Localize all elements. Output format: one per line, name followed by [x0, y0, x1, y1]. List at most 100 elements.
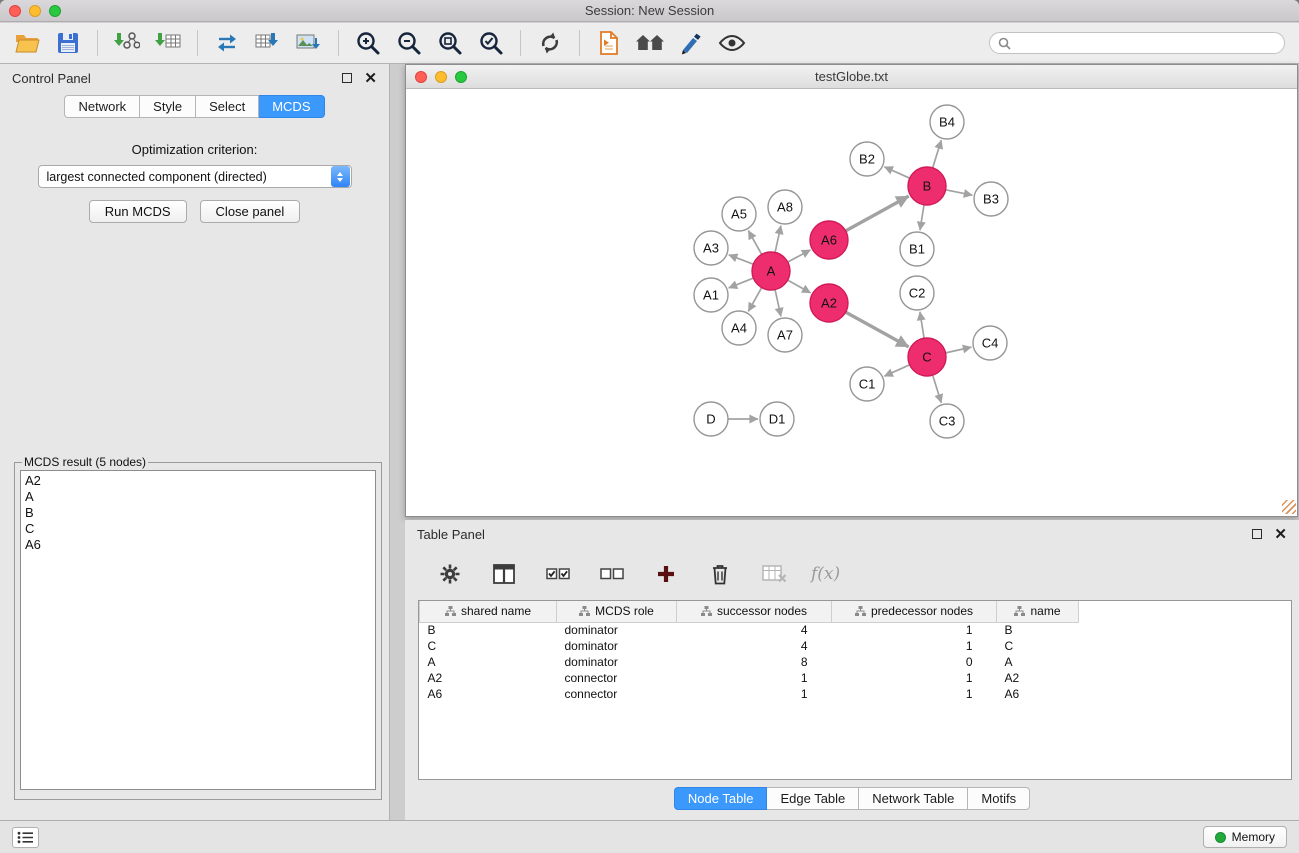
- open-session-button[interactable]: [10, 27, 44, 59]
- home-button[interactable]: [633, 27, 667, 59]
- table-cell[interactable]: dominator: [557, 622, 677, 638]
- graph-edge-B-B1[interactable]: [920, 205, 924, 230]
- graph-edge-A-A6[interactable]: [788, 250, 811, 262]
- graph-node-B2[interactable]: B2: [850, 142, 884, 176]
- new-network-button[interactable]: [210, 27, 244, 59]
- table-cell[interactable]: A: [420, 654, 557, 670]
- column-header-mcds-role[interactable]: MCDS role: [557, 601, 677, 622]
- graph-edge-A-A5[interactable]: [748, 231, 761, 255]
- graph-node-A6[interactable]: A6: [810, 221, 848, 259]
- table-cell[interactable]: 4: [677, 638, 832, 654]
- graph-node-A8[interactable]: A8: [768, 190, 802, 224]
- apply-layout-button[interactable]: [533, 27, 567, 59]
- unselect-all-button[interactable]: [595, 558, 629, 590]
- search-box[interactable]: [989, 32, 1285, 54]
- graph-edge-A2-C[interactable]: [846, 312, 909, 347]
- delete-column-button[interactable]: [703, 558, 737, 590]
- graph-edge-C-C4[interactable]: [946, 347, 972, 353]
- result-item-a6[interactable]: A6: [25, 537, 371, 553]
- table-cell[interactable]: 0: [832, 654, 997, 670]
- graph-edge-B-B3[interactable]: [946, 190, 973, 195]
- table-cell[interactable]: A6: [997, 686, 1079, 702]
- network-minimize-button[interactable]: [435, 71, 447, 83]
- import-network-button[interactable]: [110, 27, 144, 59]
- graph-edge-A-A1[interactable]: [729, 278, 754, 288]
- table-cell[interactable]: connector: [557, 686, 677, 702]
- style-pen-button[interactable]: [674, 27, 708, 59]
- column-header-successor-nodes[interactable]: successor nodes: [677, 601, 832, 622]
- graph-node-A[interactable]: A: [752, 252, 790, 290]
- criterion-select[interactable]: largest connected component (directed): [38, 165, 352, 188]
- run-mcds-button[interactable]: Run MCDS: [89, 200, 187, 223]
- export-image-button[interactable]: [292, 27, 326, 59]
- result-item-a[interactable]: A: [25, 489, 371, 505]
- tab-mcds[interactable]: MCDS: [259, 95, 324, 118]
- network-canvas[interactable]: B4B2BB3B1A5A8A6A3AA1A2C2A4A7C4CC1C3DD1: [406, 89, 1297, 515]
- table-tab-network-table[interactable]: Network Table: [859, 787, 968, 810]
- graph-edge-A-A7[interactable]: [775, 290, 781, 317]
- graph-edge-C-C3[interactable]: [933, 375, 942, 403]
- graph-edge-B-B2[interactable]: [884, 167, 909, 178]
- table-cell[interactable]: A: [997, 654, 1079, 670]
- result-item-a2[interactable]: A2: [25, 473, 371, 489]
- save-session-button[interactable]: [51, 27, 85, 59]
- zoom-window-button[interactable]: [49, 5, 61, 17]
- graph-edge-A-A2[interactable]: [788, 280, 811, 293]
- table-cell[interactable]: 1: [832, 622, 997, 638]
- table-cell[interactable]: C: [420, 638, 557, 654]
- memory-button[interactable]: Memory: [1203, 826, 1287, 848]
- show-hide-button[interactable]: [715, 27, 749, 59]
- graph-node-D[interactable]: D: [694, 402, 728, 436]
- result-item-b[interactable]: B: [25, 505, 371, 521]
- table-cell[interactable]: C: [997, 638, 1079, 654]
- graph-node-C2[interactable]: C2: [900, 276, 934, 310]
- table-cell[interactable]: 4: [677, 622, 832, 638]
- task-history-button[interactable]: [12, 827, 39, 848]
- mcds-result-list[interactable]: A2ABCA6: [20, 470, 376, 790]
- graph-edge-B-B4[interactable]: [933, 140, 942, 168]
- close-panel-button[interactable]: Close panel: [200, 200, 301, 223]
- import-table-button[interactable]: [151, 27, 185, 59]
- table-cell[interactable]: A6: [420, 686, 557, 702]
- graph-node-A2[interactable]: A2: [810, 284, 848, 322]
- graph-edge-C-C1[interactable]: [884, 365, 909, 376]
- graph-edge-A6-B[interactable]: [846, 196, 909, 231]
- graph-edge-C-C2[interactable]: [920, 312, 924, 338]
- table-cell[interactable]: 1: [832, 638, 997, 654]
- network-graph[interactable]: B4B2BB3B1A5A8A6A3AA1A2C2A4A7C4CC1C3DD1: [406, 89, 1297, 515]
- search-input[interactable]: [1017, 36, 1276, 50]
- function-builder-button[interactable]: f(x): [811, 564, 840, 584]
- graph-node-C3[interactable]: C3: [930, 404, 964, 438]
- resize-handle[interactable]: [1282, 500, 1296, 514]
- graph-node-B3[interactable]: B3: [974, 182, 1008, 216]
- table-row[interactable]: A2connector11A2: [420, 670, 1079, 686]
- float-panel-icon[interactable]: [342, 73, 352, 83]
- close-window-button[interactable]: [9, 5, 21, 17]
- table-cell[interactable]: 1: [832, 686, 997, 702]
- table-cell[interactable]: B: [420, 622, 557, 638]
- graph-node-A1[interactable]: A1: [694, 278, 728, 312]
- curation-document-button[interactable]: [592, 27, 626, 59]
- table-row[interactable]: A6connector11A6: [420, 686, 1079, 702]
- table-cell[interactable]: 1: [677, 686, 832, 702]
- table-cell[interactable]: connector: [557, 670, 677, 686]
- graph-node-C4[interactable]: C4: [973, 326, 1007, 360]
- table-tab-node-table[interactable]: Node Table: [674, 787, 768, 810]
- zoom-in-button[interactable]: [351, 27, 385, 59]
- zoom-fit-button[interactable]: [433, 27, 467, 59]
- graph-edge-A-A8[interactable]: [775, 226, 781, 253]
- close-table-panel-icon[interactable]: ✕: [1274, 527, 1287, 542]
- tab-style[interactable]: Style: [140, 95, 196, 118]
- table-row[interactable]: Adominator80A: [420, 654, 1079, 670]
- table-cell[interactable]: dominator: [557, 638, 677, 654]
- column-header-predecessor-nodes[interactable]: predecessor nodes: [832, 601, 997, 622]
- table-cell[interactable]: B: [997, 622, 1079, 638]
- export-table-button[interactable]: [251, 27, 285, 59]
- tab-network[interactable]: Network: [64, 95, 140, 118]
- table-row[interactable]: Bdominator41B: [420, 622, 1079, 638]
- result-item-c[interactable]: C: [25, 521, 371, 537]
- table-tab-edge-table[interactable]: Edge Table: [767, 787, 859, 810]
- table-settings-button[interactable]: [433, 558, 467, 590]
- table-cell[interactable]: 1: [677, 670, 832, 686]
- network-close-button[interactable]: [415, 71, 427, 83]
